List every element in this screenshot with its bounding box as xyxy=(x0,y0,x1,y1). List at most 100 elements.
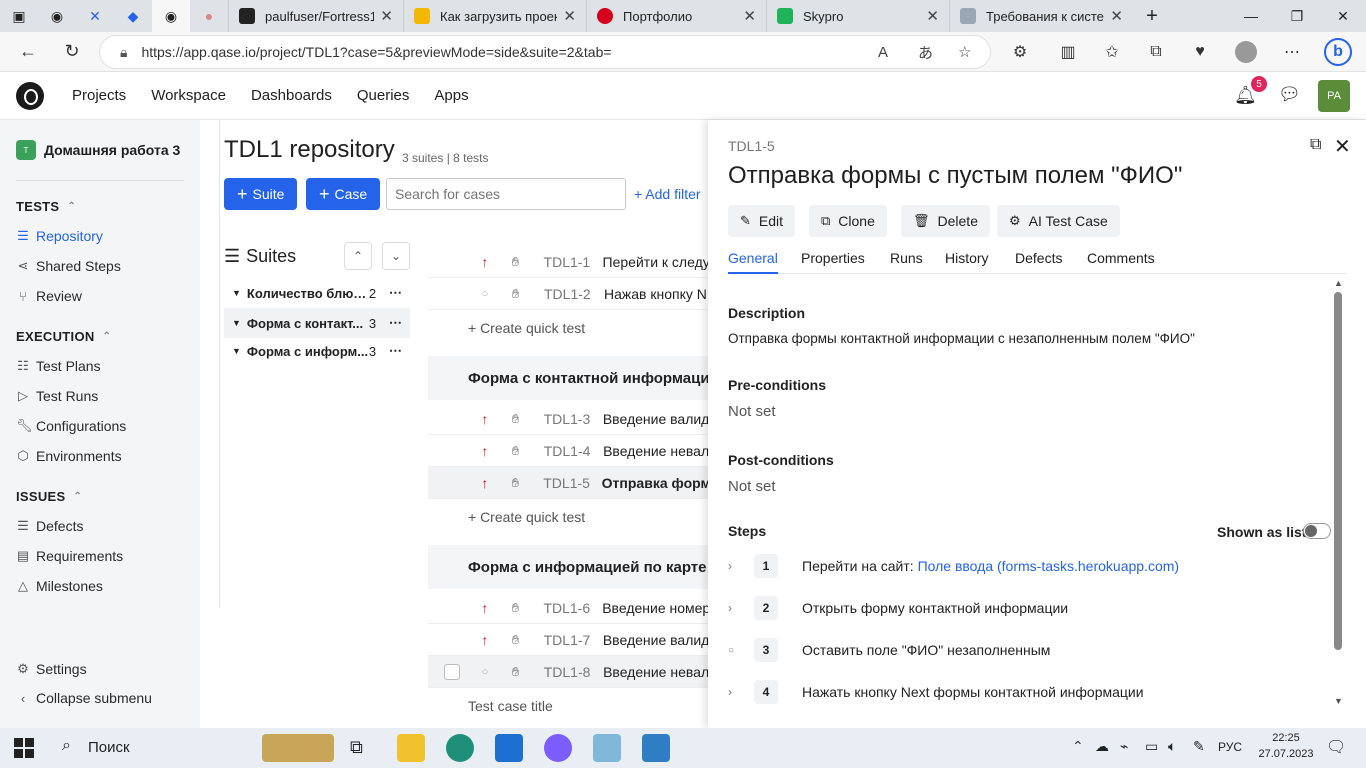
mail-icon[interactable] xyxy=(495,734,523,762)
search-input[interactable] xyxy=(386,178,626,210)
table-row[interactable]: ○ ✋︎ TDL1-2 Нажав кнопку N xyxy=(428,278,708,310)
sidebar-item-review[interactable]: ⑂ Review xyxy=(0,281,200,311)
section-tests[interactable]: TESTS ⌃ xyxy=(0,191,200,221)
qase-logo-icon[interactable] xyxy=(16,81,44,110)
add-case-button[interactable]: + Case xyxy=(306,178,381,210)
close-tab-icon[interactable]: ✕ xyxy=(926,7,939,25)
add-filter-link[interactable]: + Add filter xyxy=(634,186,701,202)
tab-defects[interactable]: Defects xyxy=(1015,250,1062,274)
restore-icon[interactable]: ❐ xyxy=(1274,0,1320,32)
minimize-icon[interactable]: — xyxy=(1228,0,1274,32)
pinned-tab-2-icon[interactable]: ✕ xyxy=(76,0,114,32)
sidebar-item-repository[interactable]: ☰ Repository xyxy=(0,221,200,251)
collapse-submenu-button[interactable]: ‹ Collapse submenu xyxy=(0,683,152,713)
table-row[interactable]: ↑ ✋︎ TDL1-6 Введение номер xyxy=(428,592,708,624)
more-icon[interactable]: ⋯ xyxy=(389,315,403,331)
clock-date[interactable]: 27.07.2023 xyxy=(1254,748,1318,760)
table-row[interactable]: ↑ ✋︎ TDL1-1 Перейти к следу xyxy=(428,246,708,278)
edge-icon[interactable] xyxy=(446,734,474,762)
nav-dashboards[interactable]: Dashboards xyxy=(251,87,332,104)
table-row[interactable]: ↑ ✋︎ TDL1-3 Введение валид xyxy=(428,403,708,435)
tab-runs[interactable]: Runs xyxy=(890,250,923,274)
profile-icon[interactable] xyxy=(1226,32,1266,72)
search-highlight-image[interactable] xyxy=(262,734,334,762)
chevron-right-icon[interactable]: › xyxy=(728,601,742,615)
tab-comments[interactable]: Comments xyxy=(1087,250,1155,274)
sidebar-item-configurations[interactable]: 🔧︎ Configurations xyxy=(0,411,200,441)
more-icon[interactable]: ⋯ xyxy=(1272,32,1312,72)
table-row-selected[interactable]: ↑ ✋︎ TDL1-5 Отправка форм xyxy=(428,467,708,499)
favorite-star-icon[interactable]: ☆ xyxy=(958,36,971,68)
language-indicator[interactable]: РУС xyxy=(1218,740,1242,754)
scroll-up-icon[interactable]: ▲ xyxy=(1334,278,1343,288)
ai-test-case-button[interactable]: ⚙ AI Test Case xyxy=(997,205,1120,237)
chevron-right-icon[interactable]: › xyxy=(728,685,742,699)
table-row[interactable]: ○ ✋︎ TDL1-8 Введение невал xyxy=(428,656,708,688)
nav-apps[interactable]: Apps xyxy=(434,87,468,104)
bing-icon[interactable]: b xyxy=(1318,32,1358,72)
pinned-tab-3-icon[interactable]: ◆ xyxy=(114,0,152,32)
app-icon[interactable] xyxy=(593,734,621,762)
sidebar-item-test-plans[interactable]: ☷ Test Plans xyxy=(0,351,200,381)
new-case-title-input[interactable]: Test case title xyxy=(468,698,553,714)
expand-all-icon[interactable]: ⌄ xyxy=(382,242,410,270)
section-execution[interactable]: EXECUTION ⌃ xyxy=(0,321,200,351)
close-icon[interactable]: ✕ xyxy=(1334,134,1351,159)
create-quick-test-link[interactable]: + Create quick test xyxy=(468,320,585,336)
back-icon[interactable]: ← xyxy=(6,32,50,72)
table-row[interactable]: ↑ ✋︎ TDL1-4 Введение невал xyxy=(428,435,708,467)
more-icon[interactable]: ⋯ xyxy=(389,343,403,359)
avatar[interactable]: PA xyxy=(1318,80,1350,112)
taskbar-search[interactable]: Поиск xyxy=(88,739,130,756)
section-issues[interactable]: ISSUES ⌃ xyxy=(0,481,200,511)
add-suite-button[interactable]: + Suite xyxy=(224,178,298,210)
tab-general[interactable]: General xyxy=(728,250,778,274)
sidebar-item-environments[interactable]: ⬡ Environments xyxy=(0,441,200,471)
network-icon[interactable]: ⌁ xyxy=(1120,738,1128,755)
create-quick-test-link[interactable]: + Create quick test xyxy=(468,509,585,525)
sidebar-item-milestones[interactable]: △ Milestones xyxy=(0,571,200,601)
edit-button[interactable]: ✎ Edit xyxy=(728,205,796,237)
split-screen-icon[interactable]: ▥ xyxy=(1048,32,1088,72)
browser-tab[interactable]: paulfuser/Fortress1: Fo ✕ xyxy=(228,0,403,32)
close-tab-icon[interactable]: ✕ xyxy=(380,7,393,25)
step-row[interactable]: › 4 Нажать кнопку Next формы контактной ин… xyxy=(728,678,1318,706)
delete-button[interactable]: 🗑︎ Delete xyxy=(901,205,990,237)
collections-icon[interactable]: ⧉ xyxy=(1136,32,1176,72)
browser-tab[interactable]: Skypro ✕ xyxy=(766,0,949,32)
sidebar-item-test-runs[interactable]: ▷ Test Runs xyxy=(0,381,200,411)
close-tab-icon[interactable]: ✕ xyxy=(563,7,576,25)
collapse-all-icon[interactable]: ⌃ xyxy=(344,242,372,270)
scroll-down-icon[interactable]: ▼ xyxy=(1334,696,1343,706)
suite-tree-item[interactable]: ▼ Форма с контакт... 3 ⋯ xyxy=(224,308,410,338)
chat-icon[interactable]: 💬︎ xyxy=(1278,84,1301,105)
step-row[interactable]: › 2 Открыть форму контактной информации xyxy=(728,594,1318,622)
task-view-icon[interactable]: ⧉ xyxy=(350,737,363,758)
new-tab-icon[interactable]: + xyxy=(1133,0,1171,32)
close-tab-icon[interactable]: ✕ xyxy=(743,7,756,25)
copilot-icon[interactable] xyxy=(544,734,572,762)
tab-properties[interactable]: Properties xyxy=(801,250,865,274)
open-fullscreen-icon[interactable]: ⧉ xyxy=(1310,136,1321,154)
file-explorer-icon[interactable] xyxy=(397,734,425,762)
url-field[interactable]: 🔒︎ https://app.qase.io/project/TDL1?case… xyxy=(100,36,990,68)
reload-icon[interactable]: ↻ xyxy=(50,32,94,72)
nav-queries[interactable]: Queries xyxy=(357,87,410,104)
translate-icon[interactable]: あ xyxy=(918,36,933,68)
scrollbar[interactable] xyxy=(1334,292,1342,650)
pen-icon[interactable]: ✎ xyxy=(1193,738,1205,755)
extensions-icon[interactable]: ⚙ xyxy=(1000,32,1040,72)
chevron-right-icon[interactable]: › xyxy=(728,559,742,573)
clone-button[interactable]: ⧉ Clone xyxy=(809,205,887,237)
project-header[interactable]: T Домашняя работа 3 xyxy=(0,120,200,180)
table-row[interactable]: ↑ ✋︎ TDL1-7 Введение валид xyxy=(428,624,708,656)
sidebar-item-requirements[interactable]: ▤ Requirements xyxy=(0,541,200,571)
display-icon[interactable]: ▭ xyxy=(1145,738,1158,755)
performance-icon[interactable]: ♥ xyxy=(1180,32,1220,72)
cloud-icon[interactable]: ☁ xyxy=(1095,738,1109,755)
nav-workspace[interactable]: Workspace xyxy=(151,87,226,104)
pinned-tab-1-icon[interactable]: ◉ xyxy=(38,0,76,32)
nav-projects[interactable]: Projects xyxy=(72,87,126,104)
browser-tab[interactable]: Требования к систем ✕ xyxy=(949,0,1133,32)
step-row[interactable]: › 1 Перейти на сайт: Поле ввода (forms-tas… xyxy=(728,552,1318,580)
